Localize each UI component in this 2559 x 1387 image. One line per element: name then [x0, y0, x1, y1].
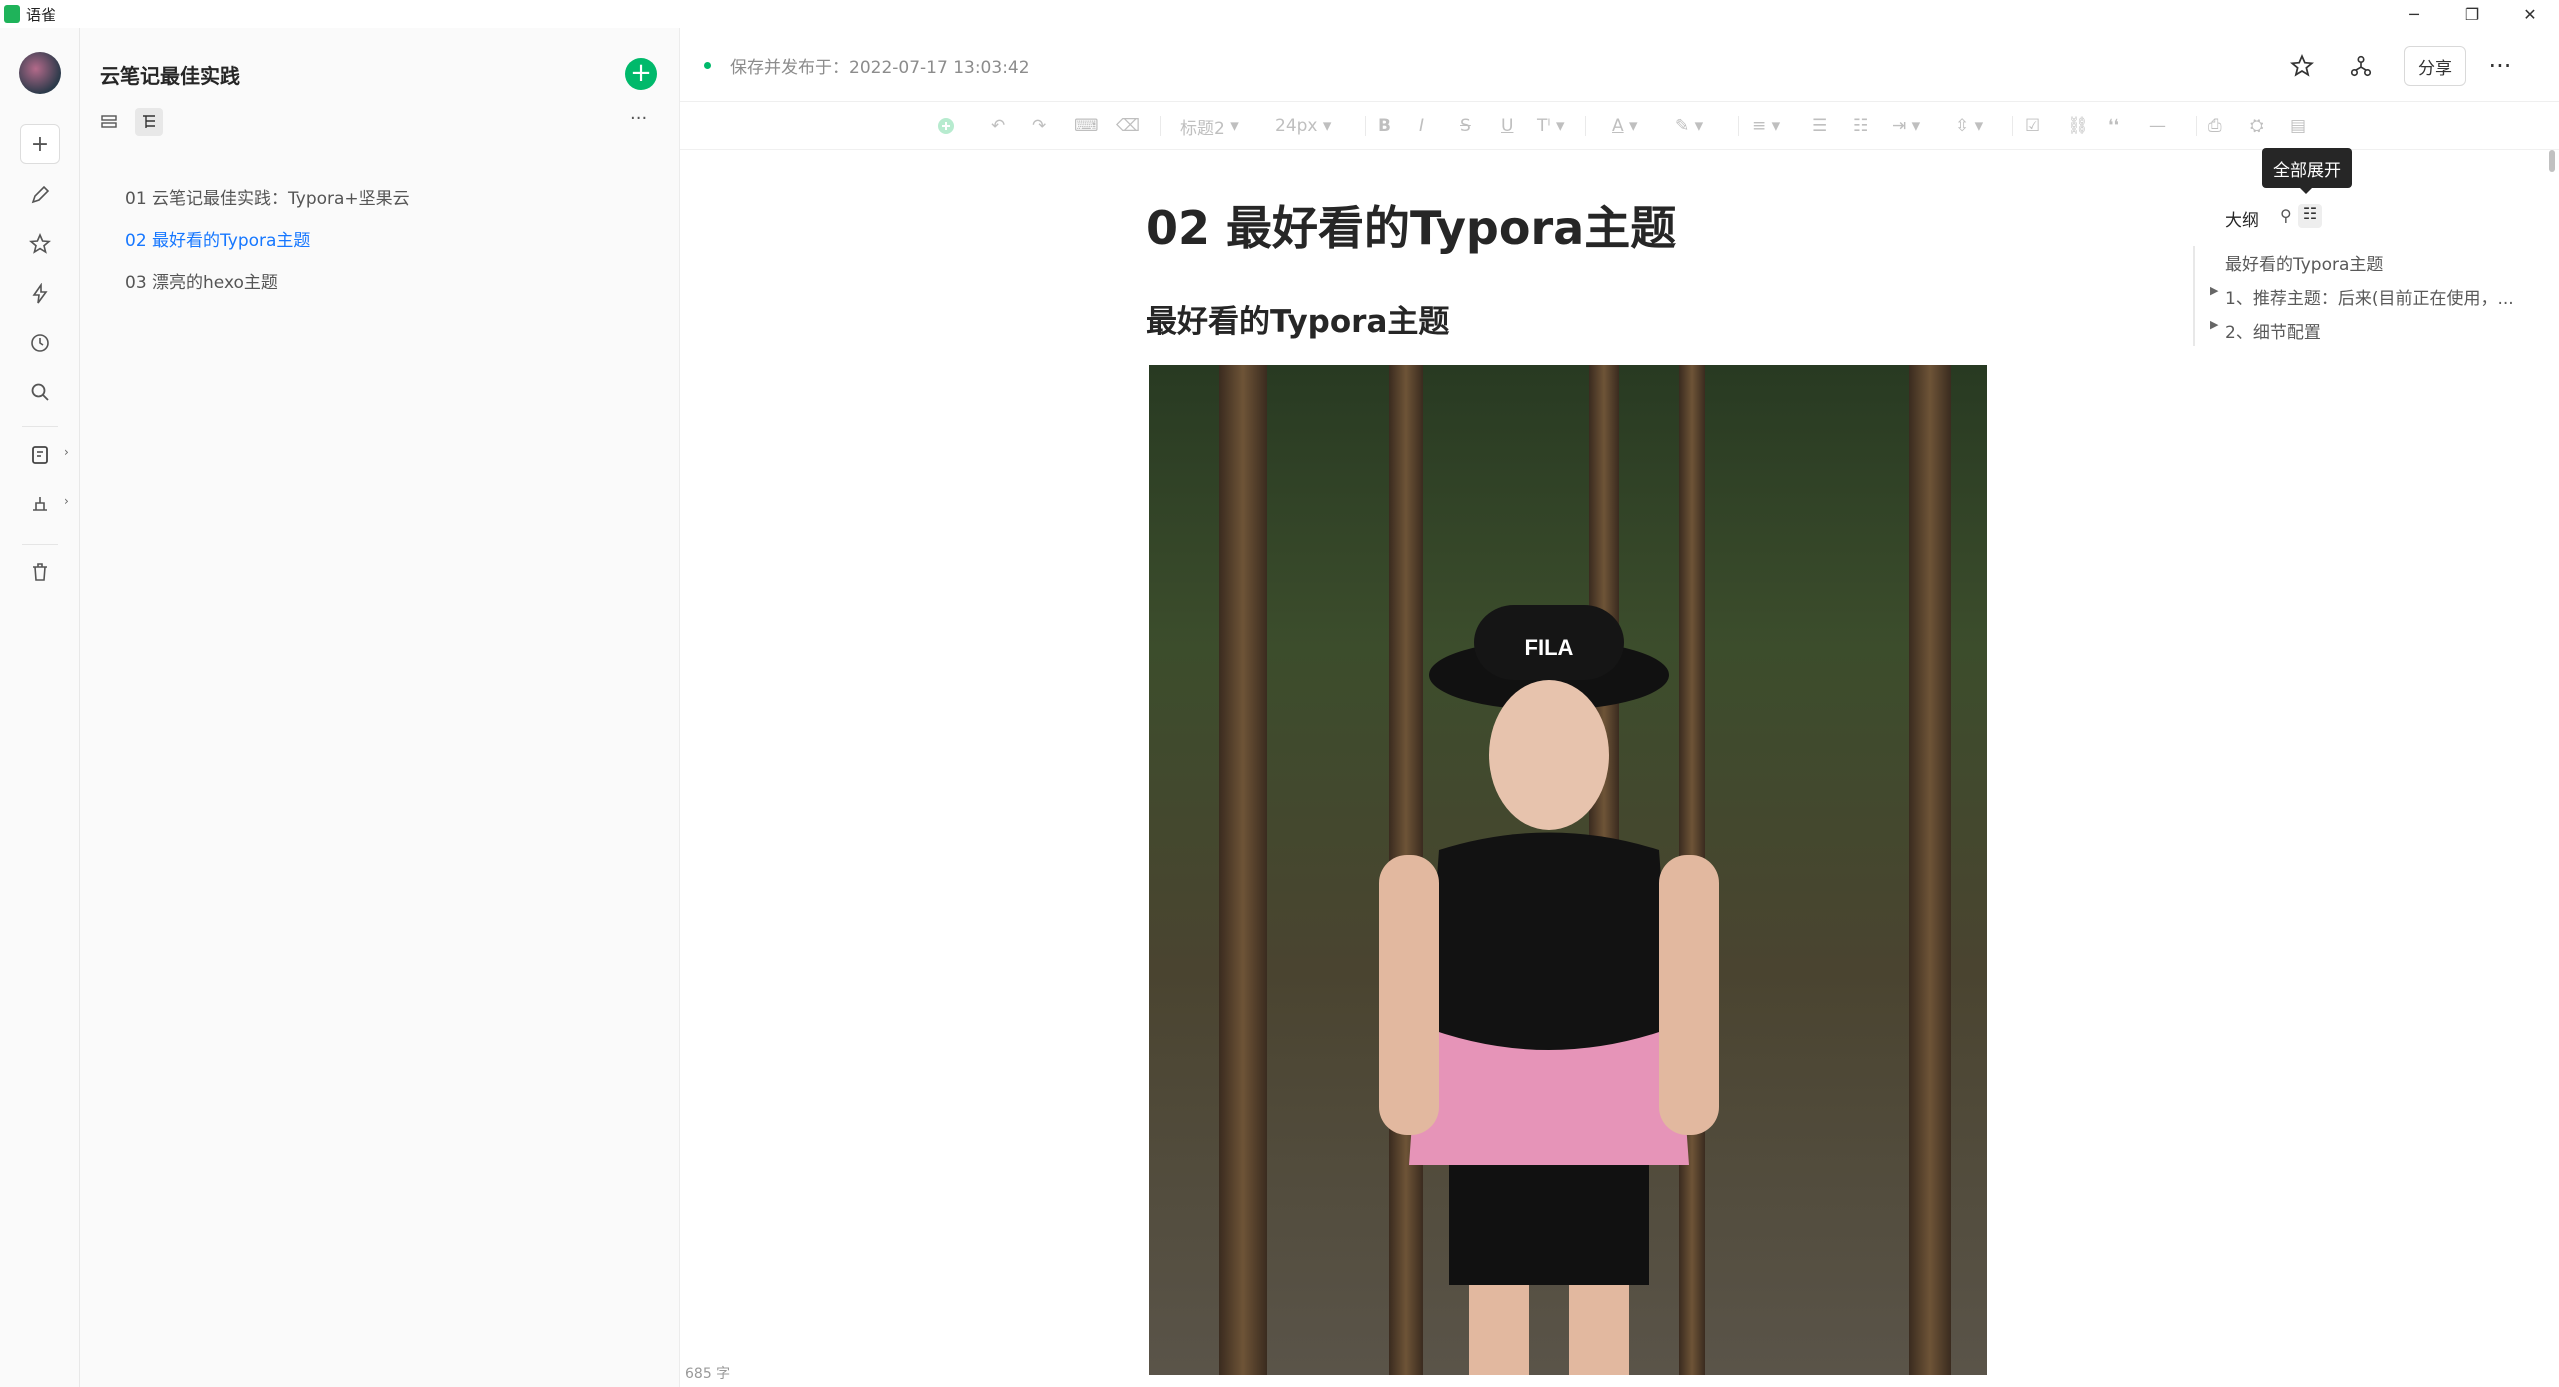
bullet-list-icon[interactable]: ☰	[1812, 114, 1827, 138]
strikethrough-button[interactable]: S	[1460, 114, 1471, 138]
heading-select[interactable]: 标题2 ▾	[1180, 114, 1239, 139]
toolbar-divider	[2012, 116, 2013, 136]
clear-format-icon[interactable]: ⌫	[1116, 114, 1140, 138]
toolbar-divider	[1738, 116, 1739, 136]
heading-2[interactable]: 最好看的Typora主题	[1146, 296, 1449, 341]
nav-rail: + › ›	[0, 28, 80, 1387]
cap-logo-text: FILA	[1525, 635, 1574, 660]
link-icon[interactable]: ⛓	[2067, 114, 2089, 138]
caret-right-icon[interactable]: ▶	[2210, 318, 2218, 331]
list-view-icon[interactable]	[95, 108, 123, 136]
doc-list-item-active[interactable]: 02 最好看的Typora主题	[80, 220, 680, 262]
window-controls: ─ ❐ ✕	[2385, 0, 2559, 28]
document-icon[interactable]: ▤	[2290, 114, 2306, 138]
app-logo-icon	[4, 5, 20, 23]
share-button[interactable]: 分享	[2404, 46, 2466, 86]
heading-select-value: 标题2	[1180, 118, 1225, 139]
tree-trunk	[1219, 365, 1267, 1375]
book-sidebar: 云笔记最佳实践 + ··· 01 云笔记最佳实践：Typora+坚果云 02 最…	[80, 28, 680, 1387]
outline-title: 大纲	[2225, 211, 2259, 231]
collaborate-icon[interactable]	[2343, 48, 2379, 84]
star-icon[interactable]	[20, 224, 60, 264]
more-button[interactable]: ···	[2482, 48, 2518, 84]
undo-icon[interactable]: ↶	[991, 114, 1005, 138]
lightning-icon[interactable]	[20, 274, 60, 314]
trash-icon[interactable]	[20, 552, 60, 592]
horizontal-rule-button[interactable]: —	[2149, 114, 2166, 138]
chevron-right-icon[interactable]: ›	[64, 494, 69, 508]
sidebar-more-button[interactable]: ···	[630, 108, 647, 129]
save-status: 保存并发布于：2022-07-17 13:03:42	[730, 58, 1030, 78]
expand-all-icon[interactable]: ☷	[2298, 204, 2322, 228]
font-color-button[interactable]: A ▾	[1612, 114, 1638, 138]
font-size-select[interactable]: 24px ▾	[1275, 114, 1331, 138]
font-size-value: 24px	[1275, 116, 1318, 136]
avatar[interactable]	[19, 52, 61, 94]
toolbar-divider	[1365, 116, 1366, 136]
italic-button[interactable]: I	[1419, 114, 1424, 138]
word-count: 685 字	[685, 1366, 731, 1382]
editor-toolbar: ↶ ↷ ⌨ ⌫ 标题2 ▾ 24px ▾ B I S U Tᴵ ▾ A ▾ ✎ …	[680, 102, 2559, 150]
text-style-icon[interactable]: Tᴵ ▾	[1537, 114, 1564, 138]
pin-icon[interactable]: ⚲	[2280, 206, 2292, 225]
doc-header: 保存并发布于：2022-07-17 13:03:42 分享 ···	[680, 28, 2559, 102]
team-icon[interactable]	[20, 484, 60, 524]
underline-button[interactable]: U	[1501, 114, 1513, 138]
rail-divider	[22, 426, 58, 427]
image-search-icon[interactable]: ⎙	[2208, 114, 2222, 138]
doc-list: 01 云笔记最佳实践：Typora+坚果云 02 最好看的Typora主题 03…	[80, 178, 680, 304]
tree-view-icon[interactable]	[135, 108, 163, 136]
tree-trunk	[1909, 365, 1951, 1375]
add-doc-button[interactable]: +	[625, 58, 657, 90]
book-title: 云笔记最佳实践	[100, 64, 240, 88]
ordered-list-icon[interactable]: ☷	[1853, 114, 1868, 138]
history-icon[interactable]	[20, 323, 60, 363]
highlight-icon[interactable]: ✎ ▾	[1675, 114, 1703, 138]
line-height-icon[interactable]: ⇳ ▾	[1955, 114, 1983, 138]
save-status-dot	[704, 62, 711, 69]
create-button[interactable]: +	[20, 124, 60, 164]
quote-button[interactable]: ❛❛	[2108, 114, 2119, 138]
doc-title[interactable]: 02 最好看的Typora主题	[1146, 192, 1676, 258]
insert-icon[interactable]	[936, 114, 956, 138]
scrollbar-thumb[interactable]	[2549, 150, 2555, 172]
format-painter-icon[interactable]: ⌨	[1074, 114, 1099, 138]
toolbar-divider	[1585, 116, 1586, 136]
window-titlebar: 语雀 ─ ❐ ✕	[0, 0, 2559, 28]
outline-track	[2193, 246, 2195, 346]
star-icon[interactable]	[2284, 48, 2320, 84]
font-color-glyph: A	[1612, 116, 1624, 136]
person-figure: FILA	[1379, 605, 1719, 1375]
search-icon[interactable]	[20, 372, 60, 412]
toolbar-divider	[2196, 116, 2197, 136]
toolbar-divider	[1160, 116, 1161, 136]
app-title: 语雀	[26, 5, 57, 24]
maximize-button[interactable]: ❐	[2443, 0, 2501, 28]
rail-divider	[22, 544, 58, 545]
minimize-button[interactable]: ─	[2385, 0, 2443, 28]
bold-button[interactable]: B	[1378, 114, 1391, 138]
doc-list-item[interactable]: 01 云笔记最佳实践：Typora+坚果云	[80, 178, 680, 220]
knowledge-base-icon[interactable]	[20, 435, 60, 475]
close-button[interactable]: ✕	[2501, 0, 2559, 28]
outline-item[interactable]: 最好看的Typora主题	[2225, 250, 2525, 275]
caret-right-icon[interactable]: ▶	[2210, 284, 2218, 297]
outline-item[interactable]: 1、推荐主题：后来(目前正在使用，...	[2225, 284, 2525, 309]
expand-all-tooltip: 全部展开	[2262, 148, 2352, 194]
outline-item[interactable]: 2、细节配置	[2225, 318, 2525, 343]
translate-icon[interactable]: ⛭	[2250, 114, 2264, 138]
pen-icon[interactable]	[20, 175, 60, 215]
redo-icon[interactable]: ↷	[1032, 114, 1046, 138]
chevron-right-icon[interactable]: ›	[64, 445, 69, 459]
task-list-icon[interactable]: ☑	[2025, 114, 2040, 138]
align-icon[interactable]: ≡ ▾	[1752, 114, 1780, 138]
doc-list-item[interactable]: 03 漂亮的hexo主题	[80, 262, 680, 304]
document-image[interactable]: FILA	[1149, 365, 1987, 1375]
indent-icon[interactable]: ⇥ ▾	[1892, 114, 1920, 138]
